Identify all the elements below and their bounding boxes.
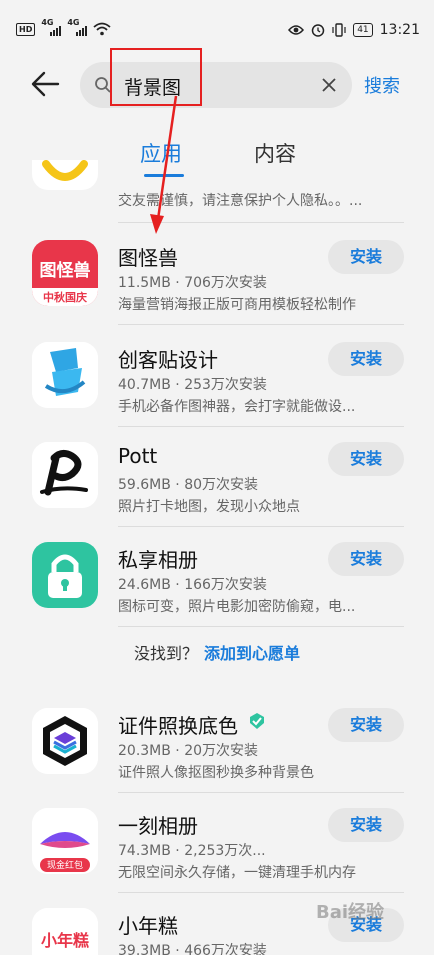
status-bar: HD 4G 4G 41 13:21 xyxy=(0,0,434,64)
list-item[interactable]: 现金红包 一刻相册 74.3MB · 2,253万次... 无限空间永久存储，一… xyxy=(0,796,434,896)
svg-text:中秋国庆: 中秋国庆 xyxy=(43,290,87,304)
divider xyxy=(118,626,404,627)
app-icon-pott xyxy=(32,442,98,508)
divider xyxy=(118,792,404,793)
not-found-text: 没找到？ xyxy=(133,644,198,663)
alarm-icon xyxy=(311,24,325,37)
divider xyxy=(118,222,404,223)
app-meta: 24.6MB · 166万次安装 xyxy=(118,577,267,593)
back-arrow-icon[interactable] xyxy=(30,68,62,100)
highlight-box xyxy=(110,48,202,106)
app-icon xyxy=(32,160,98,190)
hd-badge: HD xyxy=(16,22,36,36)
list-item[interactable]: 证件照换底色 20.3MB · 20万次安装 证件照人像抠图秒换多种背景色 安装 xyxy=(0,696,434,796)
install-button[interactable]: 安装 xyxy=(328,342,404,376)
install-button[interactable]: 安装 xyxy=(328,542,404,576)
search-header: 背景图 搜索 xyxy=(0,58,434,114)
app-desc: 图标可变，照片电影加密防偷窥，电... xyxy=(118,599,356,615)
app-name: 一刻相册 xyxy=(118,814,198,838)
app-desc: 交友需谨慎，请注意保护个人隐私。。... xyxy=(118,193,363,209)
verified-icon xyxy=(250,713,264,729)
app-name: 小年糕 xyxy=(118,914,178,938)
app-desc: 手机必备作图神器，会打字就能做设... xyxy=(118,399,356,415)
divider xyxy=(118,324,404,325)
app-icon-zhengjianzhao xyxy=(32,708,98,774)
install-button[interactable]: 安装 xyxy=(328,708,404,742)
app-icon-xiaoniangao: 小年糕 xyxy=(32,908,98,955)
list-item[interactable]: 图怪兽 中秋国庆 图怪兽 11.5MB · 706万次安装 海量营销海报正版可商… xyxy=(0,228,434,328)
app-meta: 74.3MB · 2,253万次... xyxy=(118,843,266,859)
divider xyxy=(118,526,404,527)
list-item[interactable]: 私享相册 24.6MB · 166万次安装 图标可变，照片电影加密防偷窥，电..… xyxy=(0,530,434,630)
watermark: Bai经验 xyxy=(316,902,385,923)
install-button[interactable]: 安装 xyxy=(328,442,404,476)
install-button[interactable]: 安装 xyxy=(328,240,404,274)
tab-content[interactable]: 内容 xyxy=(254,138,296,168)
battery-icon: 41 xyxy=(353,23,373,37)
add-wishlist-link[interactable]: 添加到心愿单 xyxy=(204,644,300,663)
svg-text:现金红包: 现金红包 xyxy=(47,859,83,871)
divider xyxy=(118,426,404,427)
app-name: 创客贴设计 xyxy=(118,348,218,372)
svg-text:小年糕: 小年糕 xyxy=(41,931,89,950)
app-desc: 海量营销海报正版可商用模板轻松制作 xyxy=(118,297,356,313)
app-meta: 39.3MB · 466万次安装 xyxy=(118,943,267,955)
app-meta: 59.6MB · 80万次安装 xyxy=(118,477,259,493)
app-name: 图怪兽 xyxy=(118,246,178,270)
install-button[interactable]: 安装 xyxy=(328,808,404,842)
app-meta: 40.7MB · 253万次安装 xyxy=(118,377,267,393)
divider xyxy=(118,892,404,893)
clear-icon[interactable] xyxy=(318,74,340,96)
status-time: 13:21 xyxy=(379,22,420,38)
app-meta: 20.3MB · 20万次安装 xyxy=(118,743,259,759)
signal-icon: 4G xyxy=(41,18,62,36)
wifi-icon xyxy=(93,22,111,36)
status-left: HD 4G 4G xyxy=(16,18,111,36)
app-icon-tuguaishou: 图怪兽 中秋国庆 xyxy=(32,240,98,306)
list-item[interactable]: Pott 59.6MB · 80万次安装 照片打卡地图，发现小众地点 安装 xyxy=(0,430,434,530)
app-meta: 11.5MB · 706万次安装 xyxy=(118,275,267,291)
list-item-partial[interactable]: 交友需谨慎，请注意保护个人隐私。。... xyxy=(0,160,434,224)
not-found-prompt: 没找到？ 添加到心愿单 xyxy=(0,640,434,664)
app-icon-yike: 现金红包 xyxy=(32,808,98,874)
app-icon-sixiang xyxy=(32,542,98,608)
search-button[interactable]: 搜索 xyxy=(364,72,400,98)
app-desc: 无限空间永久存储，一键清理手机内存 xyxy=(118,865,356,881)
app-desc: 照片打卡地图，发现小众地点 xyxy=(118,499,300,515)
app-desc: 证件照人像抠图秒换多种背景色 xyxy=(118,765,314,781)
app-name: 证件照换底色 xyxy=(118,714,238,738)
app-icon-chuangketie xyxy=(32,342,98,408)
signal-icon-2: 4G xyxy=(67,18,88,36)
tab-apps[interactable]: 应用 xyxy=(140,138,182,168)
list-item[interactable]: 创客贴设计 40.7MB · 253万次安装 手机必备作图神器，会打字就能做设.… xyxy=(0,330,434,430)
eye-icon xyxy=(288,25,305,35)
vibrate-icon xyxy=(332,23,346,37)
app-name: Pott xyxy=(118,444,158,468)
status-right: 41 13:21 xyxy=(288,22,420,38)
svg-text:图怪兽: 图怪兽 xyxy=(40,260,91,281)
app-name: 私享相册 xyxy=(118,548,198,572)
